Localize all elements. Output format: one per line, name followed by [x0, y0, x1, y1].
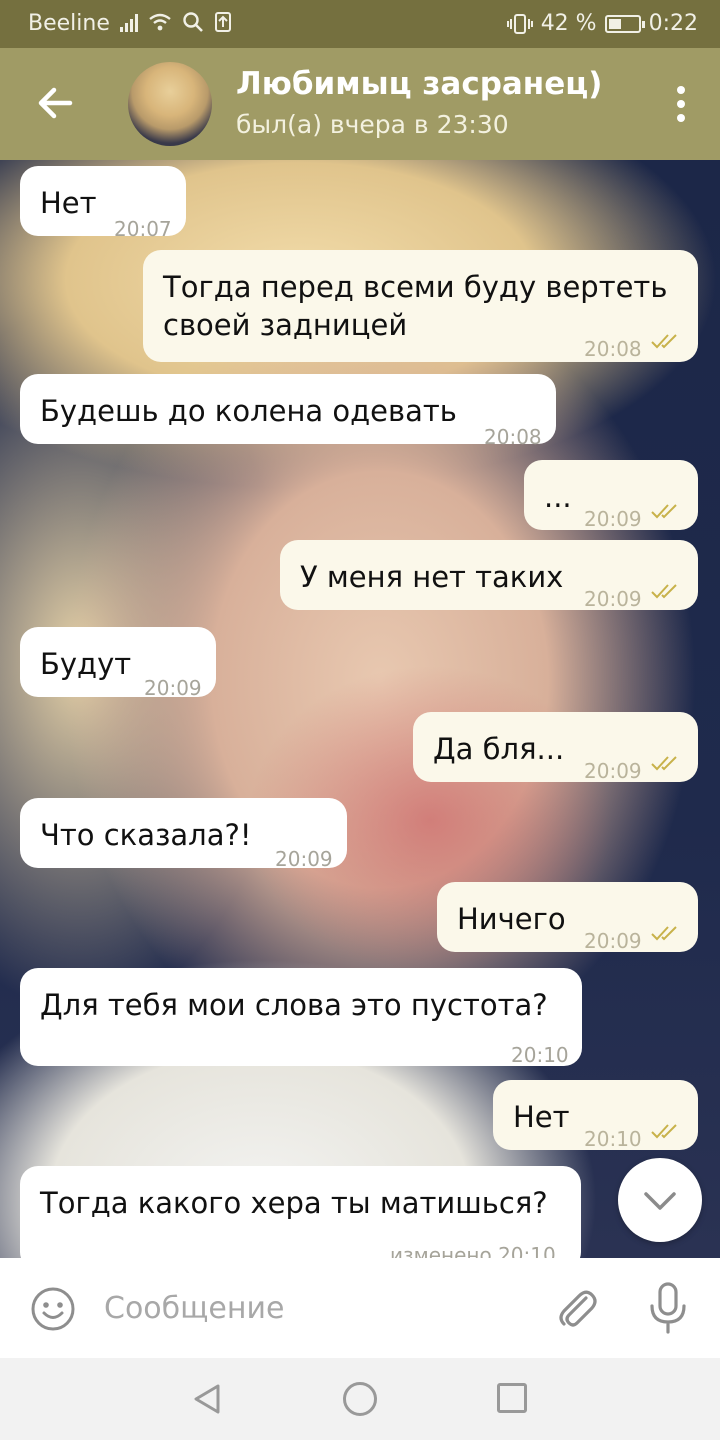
system-nav-bar	[0, 1358, 720, 1440]
message-text: Да бля...	[433, 732, 565, 766]
chat-header: Любимыц засранец) был(а) вчера в 23:30	[0, 48, 720, 160]
message-bubble-incoming[interactable]: Будешь до колена одевать 20:08	[20, 374, 556, 449]
message-time: 20:08	[584, 337, 642, 361]
double-check-icon	[651, 504, 677, 519]
message-time: 20:09	[275, 847, 333, 871]
message-time: 20:09	[584, 929, 642, 953]
clock: 0:22	[648, 11, 698, 36]
message-text: Для тебя мои слова это пустота?	[40, 988, 548, 1022]
message-text: Нет	[513, 1100, 570, 1134]
message-time: изменено 20:10	[390, 1243, 556, 1258]
status-bar: Beeline 42 % 0:22	[0, 0, 720, 48]
message-bubble-outgoing[interactable]: ... 20:09	[524, 460, 698, 531]
vibrate-icon	[506, 13, 533, 34]
arrow-left-icon[interactable]	[30, 78, 80, 128]
search-icon	[183, 12, 203, 32]
double-check-icon	[651, 756, 677, 771]
more-vert-icon[interactable]	[676, 86, 686, 122]
message-text: Будешь до колена одевать	[40, 394, 457, 428]
nav-back-icon[interactable]	[190, 1382, 224, 1416]
wifi-icon	[149, 13, 171, 31]
message-text: Что сказала?!	[40, 818, 252, 852]
nav-recents-icon[interactable]	[497, 1383, 527, 1413]
message-bubble-outgoing[interactable]: Ничего 20:09	[437, 882, 698, 953]
emoji-icon[interactable]	[30, 1286, 76, 1332]
message-time: 20:10	[511, 1043, 569, 1067]
double-check-icon	[651, 1124, 677, 1139]
message-bubble-incoming[interactable]: Будут 20:09	[20, 627, 216, 700]
message-time: 20:07	[114, 217, 172, 241]
message-bubble-incoming[interactable]: Тогда какого хера ты матишься? изменено …	[20, 1166, 581, 1258]
message-text: Тогда какого хера ты матишься?	[40, 1186, 548, 1220]
message-time: 20:09	[584, 759, 642, 783]
message-bubble-outgoing[interactable]: Тогда перед всеми буду вертеть своей зад…	[143, 250, 698, 362]
double-check-icon	[651, 926, 677, 941]
last-seen-status: был(а) вчера в 23:30	[236, 110, 509, 139]
message-bubble-incoming[interactable]: Нет 20:07	[20, 166, 186, 241]
message-composer	[0, 1258, 720, 1358]
message-text: У меня нет таких	[300, 560, 564, 594]
carrier-name: Beeline	[28, 11, 110, 36]
message-bubble-incoming[interactable]: Для тебя мои слова это пустота? 20:10	[20, 968, 582, 1067]
double-check-icon	[651, 584, 677, 599]
message-time: 20:09	[584, 587, 642, 611]
signal-icon	[120, 12, 138, 32]
message-text: Нет	[40, 186, 97, 220]
message-time: 20:10	[584, 1127, 642, 1151]
message-text: Будут	[40, 647, 132, 681]
upload-icon	[215, 12, 231, 32]
paperclip-icon[interactable]	[552, 1284, 600, 1332]
nav-home-icon[interactable]	[343, 1382, 377, 1416]
message-input[interactable]	[104, 1286, 504, 1330]
chevron-down-icon	[644, 1192, 676, 1210]
message-time: 20:09	[584, 507, 642, 531]
chat-area[interactable]: Нет 20:07 Тогда перед всеми буду вертеть…	[0, 160, 720, 1258]
battery-percent: 42 %	[540, 11, 597, 36]
message-bubble-outgoing[interactable]: У меня нет таких 20:09	[280, 540, 698, 611]
message-bubble-outgoing[interactable]: Да бля... 20:09	[413, 712, 698, 783]
chat-title[interactable]: Любимыц засранец)	[236, 66, 602, 102]
avatar[interactable]	[128, 62, 212, 146]
message-time: 20:08	[484, 425, 542, 449]
message-time: 20:09	[144, 676, 202, 700]
message-text: Ничего	[457, 902, 566, 936]
message-bubble-outgoing[interactable]: Нет 20:10	[493, 1080, 698, 1151]
scroll-down-button[interactable]	[618, 1158, 702, 1242]
battery-icon	[604, 14, 645, 33]
message-text: ...	[544, 480, 572, 514]
microphone-icon[interactable]	[646, 1282, 690, 1336]
double-check-icon	[651, 334, 677, 349]
message-bubble-incoming[interactable]: Что сказала?! 20:09	[20, 798, 347, 871]
